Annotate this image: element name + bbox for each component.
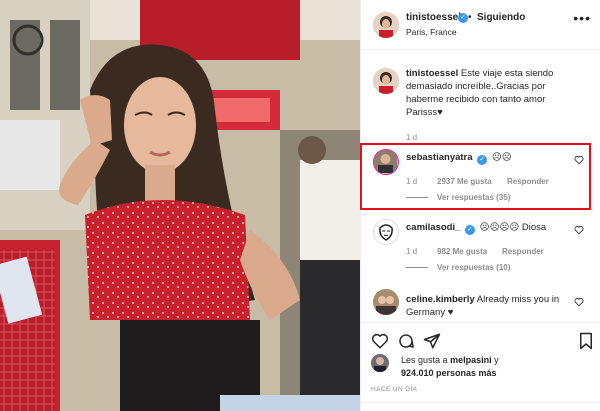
liker-username[interactable]: melpasini	[450, 355, 492, 365]
location-link[interactable]: Paris, France	[406, 27, 457, 37]
comment-username[interactable]: celine.kimberly	[406, 294, 475, 305]
follow-dot: •	[468, 12, 472, 23]
more-options-icon[interactable]: •••	[573, 10, 591, 26]
comments-list[interactable]: tinistoessel Este viaje esta siendo dema…	[361, 51, 600, 321]
add-comment-bar[interactable]	[361, 402, 600, 411]
reply-button[interactable]: Responder	[502, 247, 544, 256]
reply-button[interactable]: Responder	[507, 177, 549, 186]
post-actions-bar	[361, 322, 600, 358]
comment-text-block: sebastianyatra ✓ ☹☹	[406, 151, 566, 165]
post-photo[interactable]	[0, 0, 360, 411]
post-side-panel: tinistoessel ✓ • Siguiendo Paris, France…	[360, 0, 600, 411]
like-comment-heart-icon[interactable]	[574, 155, 584, 165]
post-timestamp[interactable]: HACE UN DÍA	[371, 386, 417, 393]
comment-icon[interactable]	[397, 332, 415, 350]
verified-badge-icon: ✓	[458, 13, 468, 23]
view-replies-button[interactable]: Ver respuestas (10)	[437, 263, 510, 272]
post-header: tinistoessel ✓ • Siguiendo Paris, France…	[361, 0, 600, 50]
caption-avatar[interactable]	[373, 68, 399, 94]
comment-time: 1 d	[406, 247, 418, 256]
verified-badge-icon: ✓	[465, 225, 476, 235]
likes-conj: y	[494, 355, 499, 365]
caption-username[interactable]: tinistoessel	[406, 68, 458, 79]
comment-time: 1 d	[406, 177, 418, 186]
following-button[interactable]: Siguiendo	[477, 12, 525, 23]
view-replies-button[interactable]: Ver respuestas (35)	[437, 193, 510, 202]
bookmark-icon[interactable]	[577, 332, 595, 350]
comment-avatar[interactable]	[373, 149, 399, 175]
comment-avatar[interactable]	[373, 289, 399, 315]
comment-username[interactable]: sebastianyatra	[406, 152, 473, 163]
comment-likes[interactable]: 982 Me gusta	[437, 247, 487, 256]
likes-prefix: Les gusta a	[401, 355, 448, 365]
share-icon[interactable]	[423, 332, 441, 350]
caption-time: 1 d	[406, 133, 418, 142]
like-comment-heart-icon[interactable]	[574, 225, 584, 235]
like-comment-heart-icon[interactable]	[574, 297, 584, 307]
comment-likes[interactable]: 2937 Me gusta	[437, 177, 492, 186]
comment-avatar[interactable]	[373, 219, 399, 245]
comment-username[interactable]: camilasodi_	[406, 222, 460, 233]
comment-text-block: celine.kimberly Already miss you in Germ…	[406, 293, 566, 319]
likes-count[interactable]: 924.010 personas más	[401, 368, 497, 378]
heart-icon[interactable]	[371, 332, 389, 350]
replies-divider	[406, 197, 428, 198]
post-username[interactable]: tinistoessel	[406, 12, 461, 23]
comment-text: ☹☹☹☹ Diosa	[479, 222, 547, 233]
likes-summary: Les gusta a melpasini y 924.010 personas…	[401, 354, 499, 380]
photo-illustration	[0, 0, 360, 411]
comment-text-block: camilasodi_ ✓ ☹☹☹☹ Diosa	[406, 221, 566, 235]
comment-text: ☹☹	[491, 152, 512, 163]
verified-badge-icon: ✓	[477, 155, 488, 165]
caption-text-block: tinistoessel Este viaje esta siendo dema…	[406, 67, 556, 119]
liker-avatar[interactable]	[371, 354, 389, 372]
likes-row: Les gusta a melpasini y 924.010 personas…	[371, 354, 600, 384]
replies-divider	[406, 267, 428, 268]
avatar[interactable]	[373, 12, 399, 38]
